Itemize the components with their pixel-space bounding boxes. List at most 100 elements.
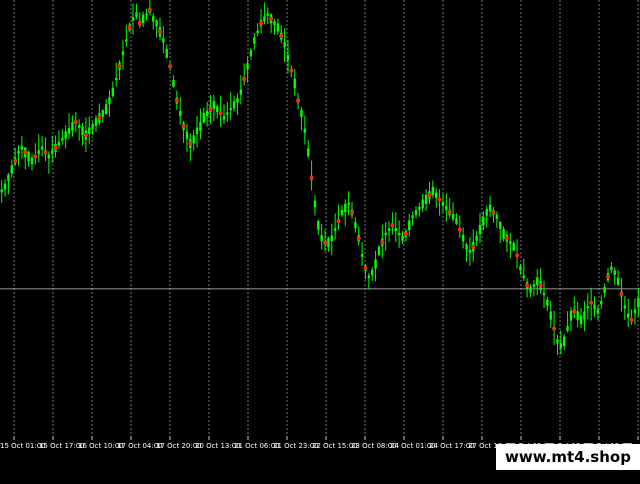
bear-marker — [427, 193, 432, 198]
candle-body — [195, 127, 199, 134]
candle-body — [445, 206, 448, 210]
candle-body — [17, 150, 20, 154]
bear-marker — [437, 197, 442, 202]
candle-body — [401, 235, 404, 241]
bear-marker — [538, 283, 543, 288]
candle-body — [121, 51, 125, 56]
candle-body — [627, 313, 630, 318]
candle-body — [367, 275, 371, 279]
candle-body — [340, 209, 344, 215]
candle-body — [435, 192, 438, 198]
candle-body — [179, 110, 182, 117]
bear-marker — [504, 236, 509, 241]
candle-body — [600, 301, 603, 305]
bear-marker — [296, 98, 301, 103]
bear-marker — [525, 283, 530, 288]
candle-body — [20, 146, 24, 150]
candle-body — [71, 122, 74, 131]
bear-marker — [619, 292, 624, 297]
candle-body — [10, 165, 13, 174]
candle-body — [88, 127, 91, 134]
bear-marker — [350, 210, 354, 215]
candle-body — [253, 37, 256, 44]
candle-body — [246, 62, 249, 70]
candle-body — [81, 126, 84, 136]
candle-body — [27, 151, 30, 162]
candle-body — [239, 89, 243, 95]
bear-marker — [218, 111, 223, 116]
candle-body — [162, 38, 165, 43]
bear-marker — [589, 300, 594, 305]
candle-body — [623, 305, 627, 309]
candle-body — [232, 101, 236, 109]
bear-marker — [572, 309, 577, 314]
candle-body — [482, 216, 485, 226]
bear-marker — [279, 34, 284, 39]
candle-body — [455, 218, 458, 224]
watermark-logo: www.mt4.shop — [496, 444, 640, 470]
bear-marker — [73, 120, 78, 125]
candle-body — [613, 270, 616, 275]
candle-body — [559, 343, 563, 349]
bear-marker — [147, 8, 152, 13]
candle-body — [94, 118, 98, 126]
candle-body — [488, 204, 492, 212]
candle-body — [192, 135, 195, 144]
bear-marker — [33, 154, 38, 159]
bear-marker — [181, 124, 186, 129]
candle-body — [563, 336, 566, 347]
candle-body — [384, 232, 387, 235]
candle-body — [145, 13, 148, 16]
candle-body — [546, 299, 549, 306]
bear-marker — [97, 115, 102, 120]
candle-body — [485, 209, 488, 216]
candle-body — [303, 128, 307, 133]
candle-body — [424, 194, 428, 205]
candle-body — [344, 203, 347, 213]
candle-body — [421, 199, 424, 209]
candle-body — [3, 183, 7, 190]
bear-marker — [117, 64, 122, 69]
candle-body — [377, 246, 381, 256]
candle-body — [199, 122, 202, 131]
candle-body — [529, 286, 532, 293]
candle-body — [0, 189, 3, 193]
bear-marker — [259, 21, 264, 26]
candle-body — [333, 228, 337, 231]
candle-body — [165, 48, 168, 58]
candle-body — [172, 79, 175, 87]
candle-body — [276, 23, 280, 32]
candle-body — [522, 275, 525, 278]
bear-marker — [552, 326, 557, 331]
candle-body — [47, 154, 51, 159]
candle-body — [307, 148, 310, 157]
candle-body — [461, 235, 465, 242]
bear-marker — [471, 244, 476, 249]
candle-body — [155, 20, 158, 27]
bear-marker — [188, 141, 193, 146]
candle-body — [576, 311, 579, 320]
candle-body — [414, 210, 418, 215]
candle-body — [512, 242, 515, 251]
candle-body — [549, 311, 552, 320]
bear-marker — [356, 236, 361, 241]
bear-marker — [137, 21, 142, 26]
candle-body — [115, 78, 118, 81]
candle-body — [411, 215, 414, 219]
candle-body — [502, 229, 505, 239]
candle-body — [77, 124, 81, 128]
candle-body — [569, 310, 573, 321]
candle-body — [266, 13, 269, 16]
candle-body — [637, 298, 640, 308]
candle-body — [499, 221, 502, 229]
candle-body — [596, 309, 600, 314]
candle-body — [586, 305, 589, 309]
candle-body — [7, 174, 10, 182]
bear-marker — [363, 266, 368, 271]
bear-marker — [269, 16, 274, 21]
bear-marker — [447, 210, 452, 215]
candle-body — [509, 241, 512, 244]
candle-body — [40, 146, 44, 150]
candle-body — [216, 106, 219, 113]
bear-marker — [606, 274, 610, 279]
